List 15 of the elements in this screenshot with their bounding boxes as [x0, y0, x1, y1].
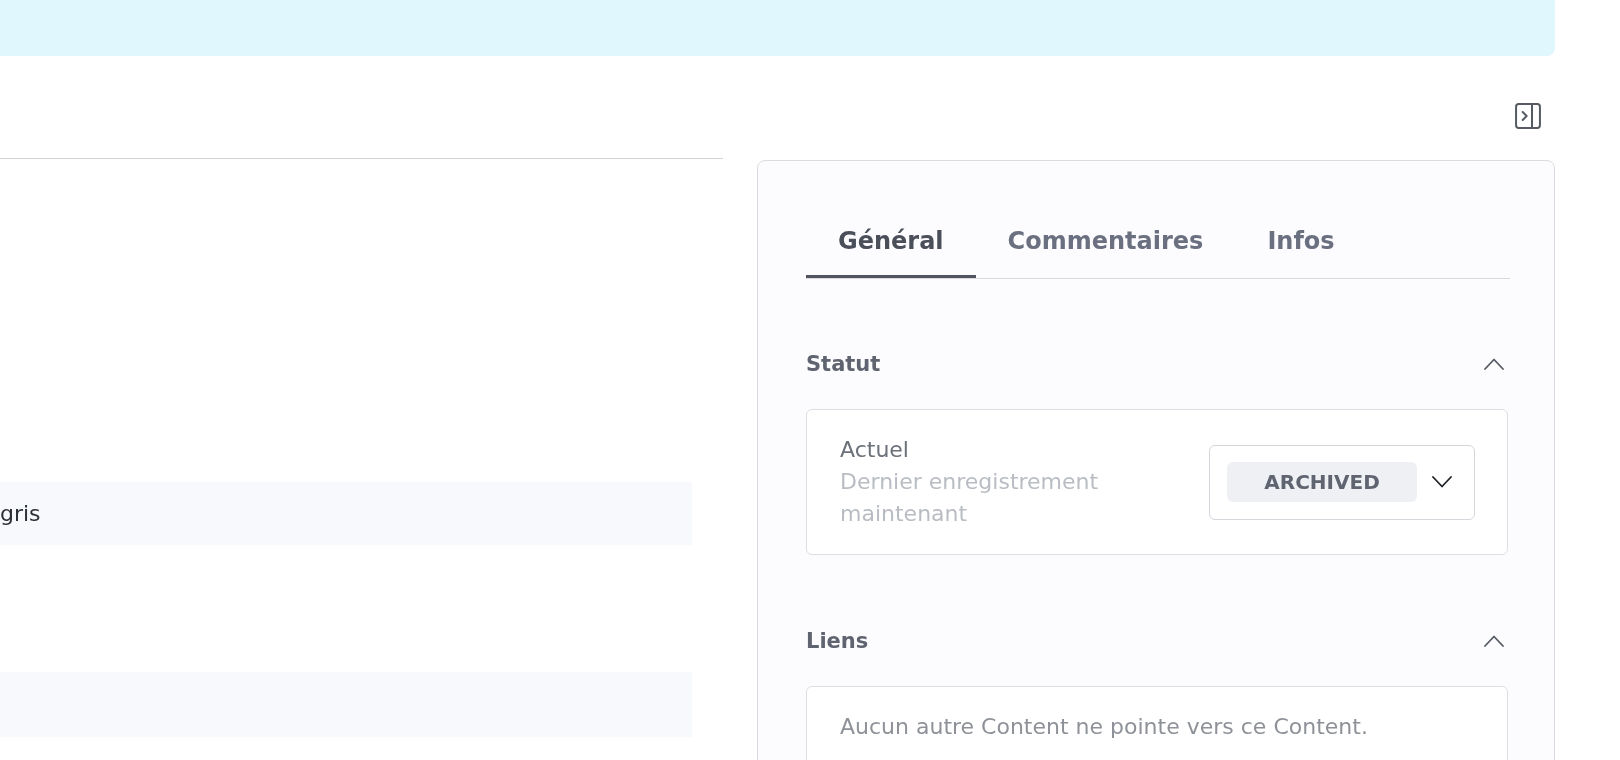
section-title: Liens	[806, 629, 869, 653]
tab[interactable]: Commentaires	[975, 206, 1236, 278]
chevron-up-icon[interactable]	[1484, 635, 1504, 647]
status-label: Actuel	[840, 436, 910, 464]
status-badge: ARCHIVED	[1227, 462, 1417, 502]
panel-collapse-icon[interactable]	[1515, 103, 1541, 129]
tab[interactable]: Général	[806, 206, 976, 278]
last-saved-text: Dernier enregistrement maintenant	[840, 468, 1100, 528]
tab[interactable]: Infos	[1235, 206, 1367, 278]
chevron-down-icon	[1432, 476, 1452, 488]
section-title: Statut	[806, 352, 881, 376]
list-row: gris	[0, 482, 692, 545]
chevron-up-icon[interactable]	[1484, 358, 1504, 370]
status-select[interactable]: ARCHIVED	[1209, 444, 1475, 520]
empty-links-message: Aucun autre Content ne pointe vers ce Content.	[840, 713, 1368, 741]
